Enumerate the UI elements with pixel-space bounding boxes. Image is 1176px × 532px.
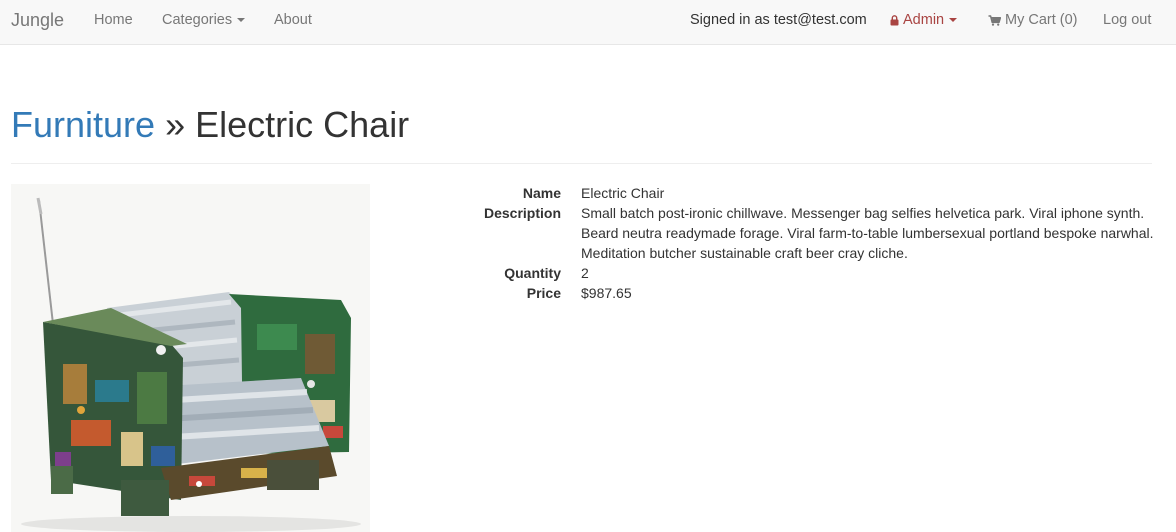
nav-cart-label: My Cart (0) <box>1005 12 1078 28</box>
detail-value-price: $987.65 <box>581 285 632 301</box>
nav-home-link[interactable]: Home <box>94 0 133 44</box>
breadcrumb-product-name: Electric Chair <box>195 104 410 145</box>
detail-label-name: Name <box>522 185 561 201</box>
chevron-down-icon <box>949 18 958 23</box>
product-details: Name Electric Chair Description Small ba… <box>440 183 1160 303</box>
detail-label-description: Description <box>483 205 561 221</box>
detail-value-name: Electric Chair <box>581 185 665 201</box>
detail-value-description: Small batch post-ironic chillwave. Messe… <box>581 205 1154 261</box>
nav-about-link[interactable]: About <box>274 0 312 44</box>
detail-label-quantity: Quantity <box>504 265 561 281</box>
page-header: Furniture » Electric Chair <box>11 96 1152 164</box>
nav-categories-dropdown[interactable]: Categories <box>162 0 246 44</box>
detail-row-quantity: Quantity 2 <box>440 263 1160 283</box>
detail-row-name: Name Electric Chair <box>440 183 1160 203</box>
electronic-scrap-armchair-icon <box>11 184 370 532</box>
brand-link[interactable]: Jungle <box>11 0 64 44</box>
breadcrumb-category-link[interactable]: Furniture <box>11 104 155 145</box>
detail-row-price: Price $987.65 <box>440 283 1160 303</box>
nav-categories-label: Categories <box>162 12 233 28</box>
cart-icon <box>988 14 1001 26</box>
product-image <box>11 184 370 532</box>
page-title: Furniture » Electric Chair <box>11 96 1152 154</box>
nav-cart-link[interactable]: My Cart (0) <box>988 0 1078 44</box>
chevron-down-icon <box>237 18 246 23</box>
top-navbar: Jungle Home Categories About Signed in a… <box>0 0 1176 45</box>
detail-label-price: Price <box>526 285 561 301</box>
nav-admin-label: Admin <box>903 12 945 28</box>
breadcrumb-separator: » <box>165 104 186 145</box>
lock-icon <box>890 14 899 26</box>
nav-logout-link[interactable]: Log out <box>1103 0 1151 44</box>
detail-value-quantity: 2 <box>581 265 589 281</box>
detail-row-description: Description Small batch post-ironic chil… <box>440 203 1160 263</box>
signed-in-text: Signed in as test@test.com <box>690 12 867 28</box>
nav-admin-dropdown[interactable]: Admin <box>890 0 958 44</box>
